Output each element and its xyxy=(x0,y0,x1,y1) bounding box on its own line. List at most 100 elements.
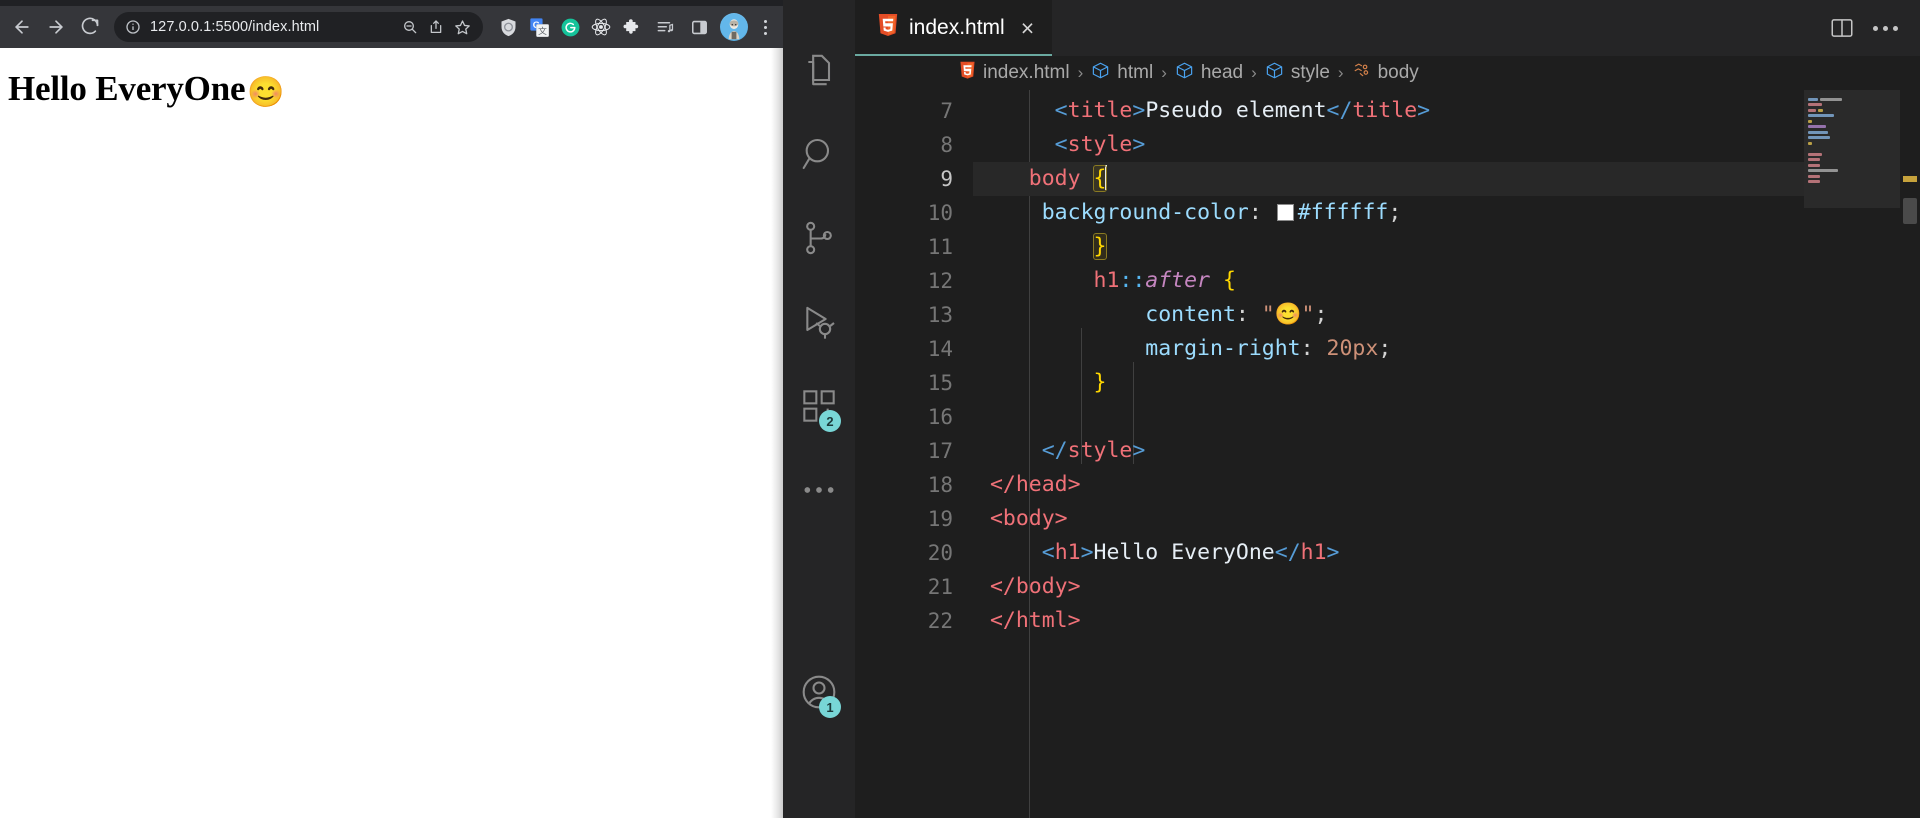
text-cursor xyxy=(1105,165,1108,190)
code-line-active[interactable]: body { xyxy=(973,162,1920,196)
token-tag: </head> xyxy=(989,472,1081,497)
line-number: 14 xyxy=(927,337,953,361)
close-icon[interactable]: × xyxy=(1021,16,1034,40)
token-angle: > xyxy=(1132,438,1146,463)
react-devtools-icon[interactable] xyxy=(586,12,616,42)
token-selector: body xyxy=(1028,166,1081,191)
code-line[interactable]: </style> xyxy=(973,434,1920,468)
sidebar-item-more-views[interactable] xyxy=(783,448,855,532)
extensions-badge: 2 xyxy=(819,410,841,432)
scrollbar-marker xyxy=(1903,176,1917,182)
symbol-cube-icon xyxy=(1175,61,1194,86)
line-number: 18 xyxy=(927,473,953,497)
token-pseudo: after xyxy=(1145,268,1211,293)
token-angle: < xyxy=(1054,132,1068,157)
bookmark-star-icon[interactable] xyxy=(449,14,475,40)
split-editor-icon[interactable] xyxy=(1829,15,1855,41)
editor-scrollbar[interactable] xyxy=(1900,90,1920,818)
code-line[interactable]: background-color: #ffffff; xyxy=(973,196,1920,230)
address-bar[interactable]: 127.0.0.1:5500/index.html xyxy=(114,12,483,42)
source-control-icon xyxy=(799,218,839,258)
color-swatch[interactable] xyxy=(1276,204,1294,221)
line-number: 11 xyxy=(927,235,953,259)
sidebar-item-accounts[interactable]: 1 xyxy=(783,650,855,734)
back-button[interactable] xyxy=(6,11,38,43)
sidebar-item-settings[interactable] xyxy=(783,734,855,818)
sidebar-item-explorer[interactable] xyxy=(783,28,855,112)
code-line[interactable]: </html> xyxy=(973,604,1920,638)
breadcrumb-item-head[interactable]: head xyxy=(1175,61,1243,86)
code-lines[interactable]: <title>Pseudo element</title> <style> bo… xyxy=(973,90,1920,818)
profile-avatar[interactable] xyxy=(720,13,748,41)
site-info-icon[interactable] xyxy=(124,18,142,36)
code-line[interactable]: } xyxy=(973,230,1920,264)
token-close-brace: } xyxy=(1092,233,1108,260)
breadcrumb: index.html › html › head › style › body xyxy=(855,56,1920,90)
scrollbar-thumb[interactable] xyxy=(1903,198,1917,224)
token-value: 20px xyxy=(1326,336,1379,361)
accounts-badge: 1 xyxy=(819,696,841,718)
code-line[interactable]: </body> xyxy=(973,570,1920,604)
tab-index-html[interactable]: index.html × xyxy=(855,0,1053,56)
token-text: Pseudo element xyxy=(1145,98,1327,123)
code-line[interactable]: </head> xyxy=(973,468,1920,502)
breadcrumb-separator: › xyxy=(1251,63,1257,82)
grammarly-icon[interactable] xyxy=(555,12,585,42)
token-tag: </body> xyxy=(989,574,1081,599)
code-line[interactable]: } xyxy=(973,366,1920,400)
shield-extension-icon[interactable] xyxy=(493,12,523,42)
code-editor[interactable]: 7 8 9 10 11 12 13 14 15 16 17 18 19 20 2… xyxy=(855,90,1920,818)
code-line[interactable]: margin-right: 20px; xyxy=(973,332,1920,366)
google-translate-icon[interactable]: G 文 xyxy=(524,12,554,42)
ellipsis-icon xyxy=(799,470,839,510)
sidebar-item-source-control[interactable] xyxy=(783,196,855,280)
line-number: 12 xyxy=(927,269,953,293)
token-angle: > xyxy=(1326,540,1340,565)
sidebar-item-extensions[interactable]: 2 xyxy=(783,364,855,448)
zoom-out-icon[interactable] xyxy=(397,14,423,40)
reading-list-icon[interactable] xyxy=(649,11,681,43)
files-icon xyxy=(799,50,839,90)
more-actions-icon[interactable] xyxy=(1873,25,1898,31)
line-number: 16 xyxy=(927,405,953,429)
breadcrumb-item-file[interactable]: index.html xyxy=(959,61,1070,86)
code-line[interactable]: <style> xyxy=(973,128,1920,162)
forward-button[interactable] xyxy=(40,11,72,43)
activity-bar: 2 1 xyxy=(783,0,855,818)
breadcrumb-item-style[interactable]: style xyxy=(1265,61,1330,86)
code-line[interactable] xyxy=(973,400,1920,434)
chrome-toolbar: 127.0.0.1:5500/index.html 文 xyxy=(0,6,783,48)
vscode-window: 2 1 index.html × index.html › html › hea… xyxy=(783,0,1920,818)
breadcrumb-label: body xyxy=(1377,62,1419,83)
token-tag: title xyxy=(1067,98,1133,123)
html5-icon xyxy=(877,13,899,44)
extension-icons: G 文 xyxy=(493,12,647,42)
line-number: 13 xyxy=(927,303,953,327)
sidebar-item-run-and-debug[interactable] xyxy=(783,280,855,364)
line-number: 7 xyxy=(940,99,953,123)
code-line[interactable]: <title>Pseudo element</title> xyxy=(973,94,1920,128)
search-icon xyxy=(799,134,839,174)
minimap-slider[interactable] xyxy=(1804,90,1900,208)
token-angle: > xyxy=(1080,540,1094,565)
token-open-brace: { xyxy=(1222,268,1236,293)
line-number: 10 xyxy=(927,201,953,225)
minimap[interactable] xyxy=(1804,90,1900,818)
breadcrumb-separator: › xyxy=(1077,63,1084,82)
side-panel-icon[interactable] xyxy=(683,11,715,43)
code-line[interactable]: content: "😊"; xyxy=(973,298,1920,332)
code-line[interactable]: <h1>Hello EveryOne</h1> xyxy=(973,536,1920,570)
code-line[interactable]: h1::after { xyxy=(973,264,1920,298)
symbol-cube-icon xyxy=(1091,61,1110,86)
share-icon[interactable] xyxy=(423,14,449,40)
line-number: 9 xyxy=(940,167,953,191)
code-line[interactable]: <body> xyxy=(973,502,1920,536)
address-bar-url[interactable]: 127.0.0.1:5500/index.html xyxy=(142,19,397,35)
puzzle-extensions-icon[interactable] xyxy=(617,12,647,42)
line-number: 8 xyxy=(940,133,953,157)
chrome-menu-button[interactable] xyxy=(753,12,777,42)
reload-button[interactable] xyxy=(74,11,106,43)
breadcrumb-item-html[interactable]: html xyxy=(1091,61,1153,86)
sidebar-item-search[interactable] xyxy=(783,112,855,196)
breadcrumb-item-body[interactable]: body xyxy=(1352,61,1419,86)
